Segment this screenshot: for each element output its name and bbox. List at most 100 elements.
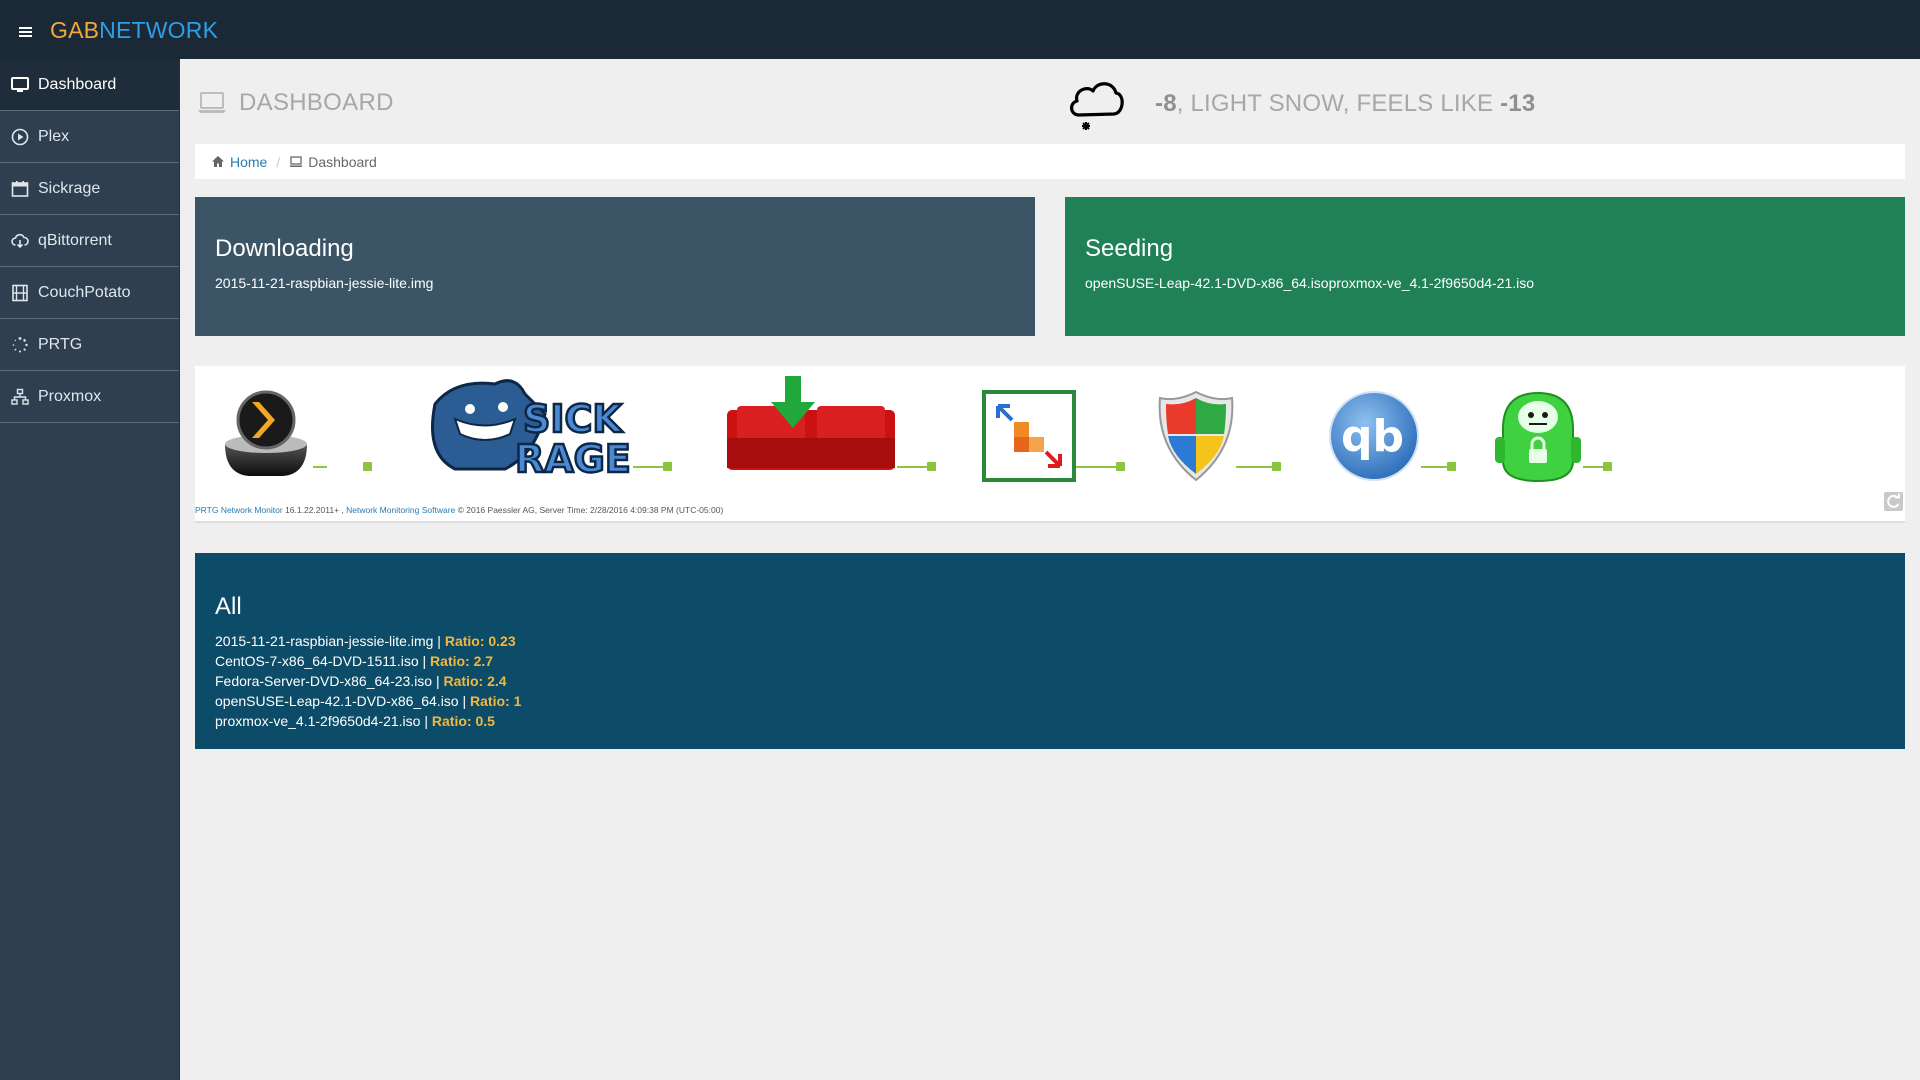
breadcrumb-current: Dashboard (289, 154, 377, 170)
sidebar-item-proxmox[interactable]: Proxmox (0, 371, 179, 423)
home-icon (212, 156, 224, 167)
page-header: DASHBOARD (197, 86, 394, 120)
seeding-item: openSUSE-Leap-42.1-DVD-x86_64.isoproxmox… (1085, 275, 1535, 291)
qbittorrent-logo[interactable]: qb (1327, 389, 1421, 483)
brand-part2: NETWORK (99, 17, 219, 43)
downloading-title: Downloading (215, 235, 354, 262)
brand-part1: GAB (50, 17, 100, 43)
sitemap-icon (11, 388, 29, 405)
breadcrumb-separator: / (276, 153, 281, 170)
laptop-icon (289, 156, 303, 167)
sidebar-item-label: Proxmox (38, 387, 102, 405)
torrent-ratio: Ratio: 2.4 (443, 673, 507, 689)
prtg-footer-link[interactable]: PRTG Network Monitor (195, 505, 283, 515)
sensor-status-ok-icon (363, 462, 372, 471)
windows-shield-logo[interactable] (1156, 388, 1236, 484)
torrent-name: Fedora-Server-DVD-x86_64-23.iso (215, 673, 433, 689)
prtg-footer-rest: © 2016 Paessler AG, Server Time: 2/28/20… (455, 505, 724, 515)
sidebar-item-qbittorrent[interactable]: qBittorrent (0, 215, 179, 267)
proxmox-logo[interactable] (982, 390, 1076, 482)
list-item: CentOS-7-x86_64-DVD-1511.iso | Ratio: 2.… (215, 651, 1885, 671)
qbittorrent-logo-text: qb (1341, 411, 1404, 462)
hamburger-menu-icon[interactable] (19, 27, 32, 37)
downloading-panel: Downloading 2015-11-21-raspbian-jessie-l… (195, 197, 1035, 336)
connector-line (1076, 466, 1116, 468)
top-navbar: GABNETWORK (0, 0, 1920, 59)
connector-line (897, 466, 927, 468)
breadcrumb-home-link[interactable]: Home (211, 154, 267, 170)
couchpotato-logo[interactable] (725, 376, 897, 472)
all-title: All (215, 593, 242, 620)
prtg-footer-link2[interactable]: Network Monitoring Software (346, 505, 455, 515)
sidebar-item-label: CouchPotato (38, 283, 131, 301)
weather-text: -8, LIGHT SNOW, FEELS LIKE -13 (1155, 90, 1535, 118)
weather-widget: -8, LIGHT SNOW, FEELS LIKE -13 (1067, 73, 1535, 135)
sidebar-item-dashboard[interactable]: Dashboard (0, 59, 179, 111)
film-icon (12, 284, 28, 301)
laptop-icon (198, 92, 226, 113)
refresh-icon (1887, 493, 1900, 508)
main-content: DASHBOARD -8, LIGHT SNOW, FEELS LIKE -13… (181, 59, 1920, 1080)
all-panel: All 2015-11-21-raspbian-jessie-lite.img … (195, 553, 1905, 749)
torrent-ratio: Ratio: 1 (470, 693, 522, 709)
ratio-separator: | (432, 673, 444, 689)
list-item: Fedora-Server-DVD-x86_64-23.iso | Ratio:… (215, 671, 1885, 691)
connector-line (1421, 466, 1447, 468)
sensor-status-ok-icon (663, 462, 672, 471)
weather-feels-like: -13 (1500, 90, 1536, 117)
connector-line (1583, 466, 1603, 468)
refresh-button[interactable] (1884, 492, 1903, 511)
brand-logo[interactable]: GABNETWORK (50, 17, 218, 44)
breadcrumb-home-label: Home (230, 153, 268, 170)
sidebar-item-label: Sickrage (38, 179, 101, 197)
list-item: openSUSE-Leap-42.1-DVD-x86_64.iso | Rati… (215, 691, 1885, 711)
list-item: 2015-11-21-raspbian-jessie-lite.img | Ra… (215, 631, 1885, 651)
ratio-separator: | (458, 693, 471, 709)
sensor-status-ok-icon (1447, 462, 1456, 471)
sidebar: Dashboard Plex Sickrage qBittorrent Couc… (0, 59, 180, 1080)
monitor-icon (11, 76, 29, 92)
connector-line (313, 466, 327, 468)
ratio-separator: | (418, 653, 431, 669)
sensor-status-ok-icon (927, 462, 936, 471)
torrent-ratio: Ratio: 0.23 (444, 633, 516, 649)
weather-temp: -8 (1155, 90, 1177, 117)
sidebar-item-label: Dashboard (38, 75, 117, 93)
sidebar-item-couchpotato[interactable]: CouchPotato (0, 267, 179, 319)
sickrage-logo[interactable]: SICK RAGE (415, 374, 635, 482)
vpn-lock-logo[interactable] (1493, 389, 1583, 485)
downloading-item: 2015-11-21-raspbian-jessie-lite.img (215, 275, 434, 291)
snow-cloud-icon (1070, 82, 1124, 130)
sensor-status-ok-icon (1116, 462, 1125, 471)
torrent-name: 2015-11-21-raspbian-jessie-lite.img (215, 633, 434, 649)
seeding-title: Seeding (1085, 235, 1174, 262)
prtg-footer-version: 16.1.22.2011+ , (282, 505, 347, 515)
sidebar-item-sickrage[interactable]: Sickrage (0, 163, 179, 215)
torrent-name: CentOS-7-x86_64-DVD-1511.iso (215, 653, 419, 669)
sidebar-item-plex[interactable]: Plex (0, 111, 179, 163)
sidebar-item-label: qBittorrent (38, 231, 112, 249)
sickrage-logo-text1: SICK (523, 397, 623, 441)
sidebar-item-prtg[interactable]: PRTG (0, 319, 179, 371)
page-title: DASHBOARD (239, 89, 394, 116)
sensor-status-ok-icon (1603, 462, 1612, 471)
ratio-separator: | (433, 633, 445, 649)
prtg-footer: PRTG Network Monitor 16.1.22.2011+ , Net… (195, 505, 723, 515)
cloud-download-icon (11, 233, 29, 248)
weather-conditions: , LIGHT SNOW, FEELS LIKE (1176, 90, 1501, 117)
torrent-name: proxmox-ve_4.1-2f9650d4-21.iso (215, 713, 421, 729)
sidebar-item-label: Plex (38, 127, 70, 145)
connector-line (1236, 466, 1272, 468)
breadcrumb: Home / Dashboard (195, 144, 1905, 179)
sensor-status-ok-icon (1272, 462, 1281, 471)
sickrage-logo-text2: RAGE (515, 437, 631, 481)
calendar-icon (11, 180, 29, 197)
list-item: proxmox-ve_4.1-2f9650d4-21.iso | Ratio: … (215, 711, 1885, 731)
seeding-panel: Seeding openSUSE-Leap-42.1-DVD-x86_64.is… (1065, 197, 1905, 336)
prtg-map-panel: SICK RAGE qb PRTG Network Monitor 16.1.2… (195, 366, 1905, 523)
torrent-ratio: Ratio: 2.7 (430, 653, 494, 669)
connector-line (633, 466, 663, 468)
torrent-ratio: Ratio: 0.5 (431, 713, 495, 729)
breadcrumb-current-label: Dashboard (308, 153, 377, 170)
plex-logo[interactable] (219, 386, 313, 480)
